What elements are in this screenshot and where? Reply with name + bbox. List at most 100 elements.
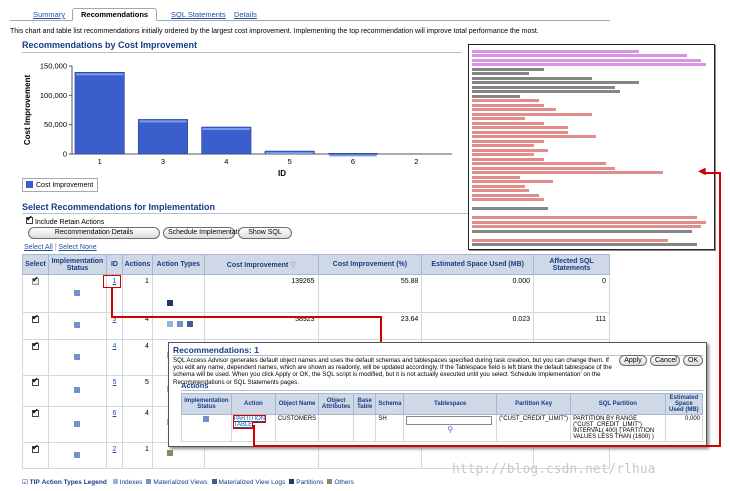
recommendation-id-link[interactable]: 6 — [113, 410, 117, 417]
actions-col-partition-key: Partition Key — [496, 393, 572, 415]
popup-description: SQL Access Advisor generates default obj… — [173, 357, 612, 386]
row-select-checkbox[interactable] — [31, 313, 39, 323]
tablespace-cell: ⚲ — [403, 414, 498, 442]
actions-cell: 4 — [121, 339, 153, 376]
tip-legend-label: Others — [334, 479, 354, 486]
status-cell — [47, 339, 107, 376]
x-tick-label: 3 — [161, 157, 165, 166]
code-line — [472, 67, 544, 71]
status-cell — [47, 312, 107, 340]
flashlight-search-icon[interactable]: ⚲ — [406, 425, 494, 434]
tip-legend-item: Others — [323, 479, 354, 486]
code-line — [472, 225, 702, 228]
connector-line — [705, 172, 721, 174]
y-tick-label: 0 — [63, 150, 67, 159]
code-line — [472, 81, 640, 84]
x-tick-label: 1 — [98, 157, 102, 166]
tip-legend-label: Indexes — [119, 479, 143, 486]
apply-button[interactable]: Apply — [619, 355, 647, 366]
status-icon — [74, 289, 81, 296]
tab-summary[interactable]: Summary — [24, 8, 74, 21]
tip-label: TIP — [29, 479, 40, 486]
legend-color-swatch — [112, 479, 118, 484]
code-line — [472, 216, 697, 219]
show-sql-button[interactable]: Show SQL — [238, 227, 292, 239]
row-select-checkbox[interactable] — [31, 275, 39, 285]
chart-svg: 0 50,000 100,000 150,000 1 3 4 5 6 2 ID Cost Improv… — [23, 62, 452, 178]
tab-bar: Summary Recommendations SQL Statements D… — [10, 6, 610, 21]
tab-details[interactable]: Details — [225, 8, 266, 21]
actions-cell: 5 — [121, 375, 153, 407]
bar — [327, 153, 378, 155]
status-icon — [74, 420, 81, 427]
code-line — [472, 193, 539, 197]
action-types-cell — [151, 274, 205, 313]
code-line — [472, 103, 544, 107]
tablespace-input[interactable] — [406, 416, 493, 425]
actions-col-object-attributes: Object Attributes — [318, 393, 354, 415]
col-cost-improvement[interactable]: Cost Improvement ▽ — [203, 254, 319, 275]
code-line — [472, 144, 535, 147]
tab-sql-statements[interactable]: SQL Statements — [162, 8, 235, 21]
sql-partition-cell: PARTITION BY RANGE ("CUST_CREDIT_LIMIT")… — [570, 414, 666, 442]
row-select-checkbox[interactable] — [31, 407, 39, 417]
y-tick-label: 100,000 — [40, 91, 67, 100]
cancel-button[interactable]: Cancel — [650, 355, 680, 366]
recommendation-id-link[interactable]: 4 — [113, 343, 117, 350]
ok-button[interactable]: OK — [683, 355, 703, 366]
retain-actions-checkbox[interactable] — [26, 214, 33, 224]
schedule-implementation-button[interactable]: Schedule Implementation — [163, 227, 247, 239]
popup-title: Recommendations: 1 — [173, 345, 259, 355]
bar-highlight — [202, 128, 251, 131]
select-all-link[interactable]: Select All — [24, 244, 53, 251]
bar — [201, 126, 252, 155]
select-cell — [22, 339, 49, 376]
affected-cell: 111 — [533, 312, 610, 340]
space-cell: 0.000 — [664, 414, 704, 442]
code-line — [472, 90, 621, 93]
recommendation-details-button[interactable]: Recommendation Details — [28, 227, 160, 239]
connector-line — [111, 288, 113, 318]
actions-title: Actions — [181, 381, 209, 390]
bar-highlight — [75, 73, 124, 76]
intro-text: This chart and table list recommendation… — [10, 28, 539, 35]
code-line — [472, 243, 697, 246]
select-cell — [22, 375, 49, 407]
action-type-icon — [166, 300, 173, 306]
retain-actions-row: Include Retain Actions — [26, 214, 104, 226]
object-attributes-cell — [318, 414, 354, 442]
select-section-title: Select Recommendations for Implementatio… — [22, 202, 216, 212]
col-id: ID — [105, 254, 123, 275]
space-cell: 0.023 — [421, 312, 535, 340]
recommendation-popup: Recommendations: 1 SQL Access Advisor ge… — [168, 342, 707, 447]
action-type-icon — [176, 320, 183, 327]
select-cell — [22, 312, 49, 340]
code-line — [472, 72, 530, 75]
col-actions: Actions — [121, 254, 153, 275]
select-none-link[interactable]: Select None — [59, 244, 97, 251]
space-cell: 0.000 — [421, 274, 535, 313]
chart-section-title: Recommendations by Cost Improvement — [22, 40, 198, 50]
select-cell — [22, 406, 49, 443]
id-cell: 5 — [105, 375, 123, 407]
code-line — [472, 94, 520, 98]
row-select-checkbox[interactable] — [31, 340, 39, 350]
col-affected-sql: Affected SQL Statements — [533, 254, 610, 275]
recommendation-id-link[interactable]: 2 — [113, 446, 117, 453]
col-cost-improvement-pct: Cost Improvement (%) — [317, 254, 423, 275]
recommendation-id-link[interactable]: 5 — [113, 379, 117, 386]
table-header-row: Select Implementation Status ID Actions … — [22, 254, 610, 275]
actions-rule — [181, 390, 703, 391]
code-line — [472, 148, 549, 152]
status-cell — [47, 442, 107, 469]
row-select-checkbox[interactable] — [31, 443, 39, 453]
row-select-checkbox[interactable] — [31, 376, 39, 386]
col-action-types: Action Types — [151, 254, 205, 275]
partition-key-cell: ("CUST_CREDIT_LIMIT") — [496, 414, 572, 442]
actions-cell: 1 — [121, 442, 153, 469]
code-line — [472, 99, 539, 102]
id-cell: 6 — [105, 406, 123, 443]
status-icon — [203, 416, 210, 422]
tab-recommendations[interactable]: Recommendations — [72, 8, 158, 21]
chart-legend: Cost Improvement — [22, 178, 98, 192]
